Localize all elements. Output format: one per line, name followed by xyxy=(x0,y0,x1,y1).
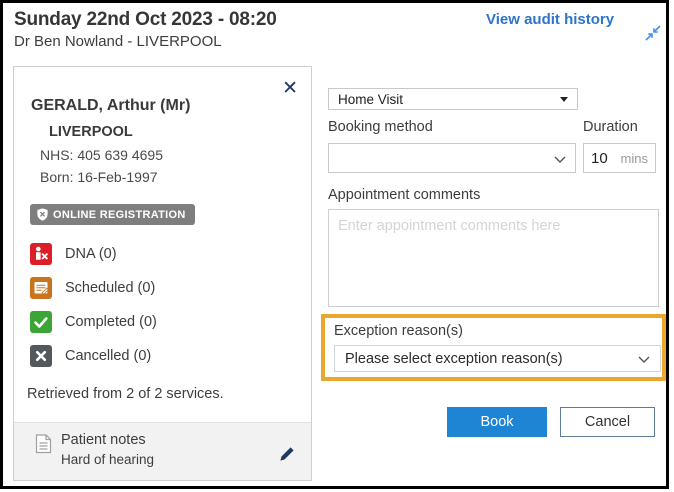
cancel-button[interactable]: Cancel xyxy=(560,407,655,437)
duration-unit-label: mins xyxy=(621,151,648,166)
completed-stat-row: Completed (0) xyxy=(30,311,157,333)
exception-reason-label: Exception reason(s) xyxy=(334,323,463,339)
patient-nhs-number: NHS: 405 639 4695 xyxy=(40,147,163,163)
shield-icon xyxy=(37,208,48,221)
services-retrieved-status: Retrieved from 2 of 2 services. xyxy=(27,386,224,402)
scheduled-icon xyxy=(30,277,52,299)
patient-notes-section: Patient notes Hard of hearing xyxy=(14,422,311,480)
booking-method-label: Booking method xyxy=(328,119,433,135)
cancelled-icon xyxy=(30,345,52,367)
completed-count-label: Completed (0) xyxy=(65,314,157,330)
booking-method-select[interactable] xyxy=(328,143,576,173)
patient-dob: Born: 16-Feb-1997 xyxy=(40,169,158,185)
duration-input[interactable] xyxy=(591,150,617,167)
dna-count-label: DNA (0) xyxy=(65,246,117,262)
booking-dialog: Sunday 22nd Oct 2023 - 08:20 Dr Ben Nowl… xyxy=(0,0,669,489)
exception-reason-highlight-box: Exception reason(s) Please select except… xyxy=(321,314,666,381)
patient-summary-card: ✕ GERALD, Arthur (Mr) LIVERPOOL NHS: 405… xyxy=(13,66,312,481)
scheduled-count-label: Scheduled (0) xyxy=(65,280,155,296)
duration-label: Duration xyxy=(583,119,638,135)
collapse-dialog-icon[interactable] xyxy=(643,23,663,43)
appointment-comments-textarea[interactable] xyxy=(328,209,659,307)
document-icon xyxy=(35,434,52,459)
chevron-down-icon xyxy=(638,351,650,367)
view-audit-history-link[interactable]: View audit history xyxy=(486,11,614,28)
close-icon[interactable]: ✕ xyxy=(282,79,298,98)
exception-reason-select[interactable]: Please select exception reason(s) xyxy=(334,345,661,372)
dna-stat-row: DNA (0) xyxy=(30,243,117,265)
appointment-datetime-title: Sunday 22nd Oct 2023 - 08:20 xyxy=(14,9,277,31)
chevron-down-icon xyxy=(554,150,566,166)
patient-location: LIVERPOOL xyxy=(49,124,133,140)
duration-field: mins xyxy=(583,143,656,173)
clinician-session-subtitle: Dr Ben Nowland - LIVERPOOL xyxy=(14,33,222,50)
online-registration-badge: ONLINE REGISTRATION xyxy=(30,204,195,225)
slot-type-select[interactable]: Home Visit xyxy=(328,88,578,110)
cancelled-stat-row: Cancelled (0) xyxy=(30,345,151,367)
patient-name: GERALD, Arthur (Mr) xyxy=(31,97,190,115)
appointment-comments-label: Appointment comments xyxy=(328,187,480,203)
badge-label: ONLINE REGISTRATION xyxy=(53,209,186,221)
scheduled-stat-row: Scheduled (0) xyxy=(30,277,155,299)
exception-reason-value: Please select exception reason(s) xyxy=(345,351,563,367)
patient-notes-text: Hard of hearing xyxy=(61,452,154,467)
edit-notes-pencil-icon[interactable] xyxy=(278,445,296,468)
dna-icon xyxy=(30,243,52,265)
completed-icon xyxy=(30,311,52,333)
patient-notes-title: Patient notes xyxy=(61,432,146,448)
caret-down-icon xyxy=(560,97,568,102)
cancelled-count-label: Cancelled (0) xyxy=(65,348,151,364)
book-button[interactable]: Book xyxy=(447,407,547,437)
slot-type-value: Home Visit xyxy=(338,92,403,107)
